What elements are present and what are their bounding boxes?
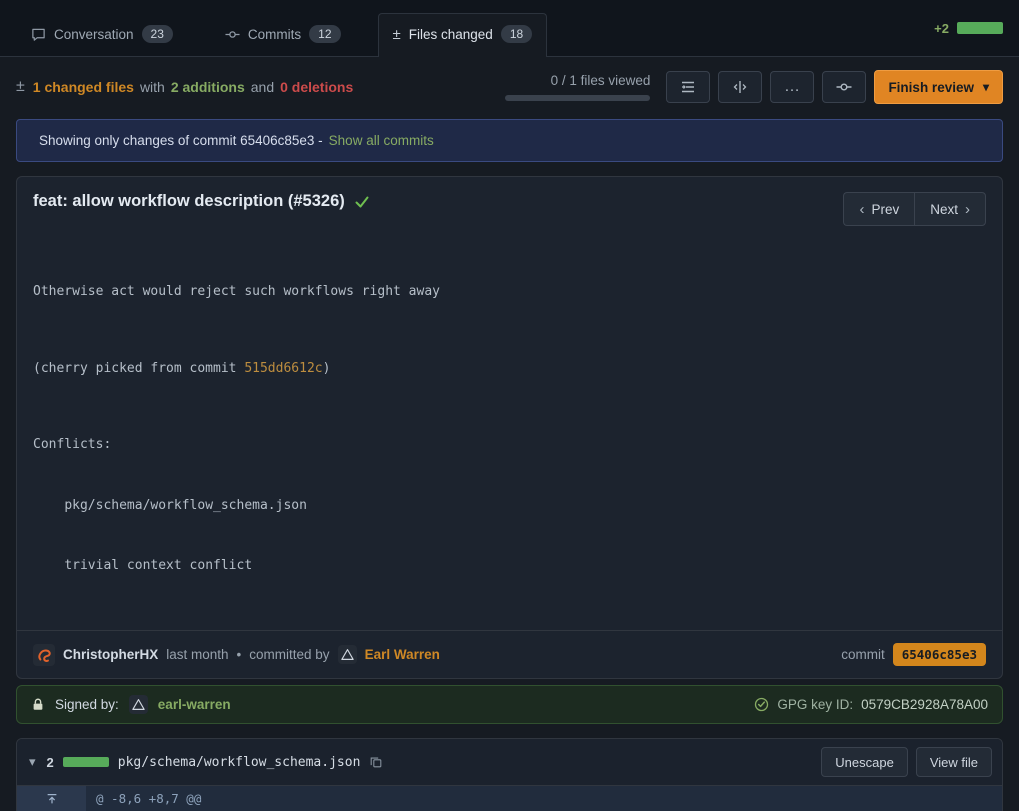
ellipsis-icon: … xyxy=(784,84,801,90)
author-avatar[interactable] xyxy=(33,644,55,666)
diff-file-box: ▾ 2 pkg/schema/workflow_schema.json Unes… xyxy=(16,738,1003,811)
commit-message-body: Otherwise act would reject such workflow… xyxy=(17,230,1002,630)
author-name-link[interactable]: ChristopherHX xyxy=(63,647,158,662)
commit-hash-badge[interactable]: 65406c85e3 xyxy=(893,643,986,666)
files-viewed-bar xyxy=(505,95,650,101)
signed-by-label: Signed by: xyxy=(55,697,119,712)
diff-icon: ± xyxy=(393,27,401,42)
prev-label: Prev xyxy=(871,202,899,217)
commit-body-line: Conflicts: xyxy=(33,435,986,455)
gpg-info: GPG key ID: 0579CB2928A78A00 xyxy=(754,697,988,712)
signer-avatar[interactable] xyxy=(129,695,148,714)
hunk-header-text: @ -8,6 +8,7 @@ xyxy=(86,786,201,811)
verified-check-icon xyxy=(754,697,769,712)
committed-by-label: committed by xyxy=(249,647,329,662)
tab-label: Commits xyxy=(248,27,301,42)
commit-body-line: (cherry picked from commit 515dd6612c) xyxy=(33,359,986,379)
collapse-file-chevron-icon[interactable]: ▾ xyxy=(27,754,38,770)
banner-text: Showing only changes of commit 65406c85e… xyxy=(39,133,323,148)
conversation-icon xyxy=(31,27,46,42)
showing-commit-banner: Showing only changes of commit 65406c85e… xyxy=(16,119,1003,162)
committer-name-link[interactable]: Earl Warren xyxy=(365,647,440,662)
split-diff-button[interactable] xyxy=(718,71,762,103)
commit-body-line: trivial context conflict xyxy=(33,556,986,576)
commit-title-text: feat: allow workflow description (#5326) xyxy=(33,192,345,211)
files-viewed-progress: 0 / 1 files viewed xyxy=(505,73,650,101)
cherry-text: (cherry picked from commit xyxy=(33,361,244,376)
file-change-count: 2 xyxy=(47,755,54,770)
files-viewed-label: 0 / 1 files viewed xyxy=(551,73,651,88)
commit-title: feat: allow workflow description (#5326) xyxy=(33,192,370,211)
diff-options-button[interactable]: … xyxy=(770,71,814,103)
commit-label: commit xyxy=(841,647,885,662)
next-label: Next xyxy=(930,202,958,217)
diff-summary: ± 1 changed files with 2 additions and 0… xyxy=(16,78,353,96)
hunk-header-row: @ -8,6 +8,7 @@ xyxy=(17,786,1002,811)
unescape-button[interactable]: Unescape xyxy=(821,747,908,777)
separator-dot: • xyxy=(237,647,242,662)
tab-count-badge: 23 xyxy=(142,25,173,43)
signature-bar: Signed by: earl-warren GPG key ID: 0579C… xyxy=(16,685,1003,724)
commit-select-button[interactable] xyxy=(822,71,866,103)
finish-review-button[interactable]: Finish review ▾ xyxy=(874,70,1003,104)
chevron-left-icon: ‹ xyxy=(859,201,864,218)
cherry-commit-link[interactable]: 515dd6612c xyxy=(244,361,322,376)
commit-body-line: Otherwise act would reject such workflow… xyxy=(33,282,986,302)
tab-commits[interactable]: Commits 12 xyxy=(210,13,356,56)
commit-time: last month xyxy=(166,647,228,662)
file-header: ▾ 2 pkg/schema/workflow_schema.json Unes… xyxy=(17,739,1002,786)
summary-text: and xyxy=(251,79,274,95)
diff-stat-bar xyxy=(957,22,1003,34)
signer-name-link[interactable]: earl-warren xyxy=(158,697,231,712)
lock-icon xyxy=(31,697,45,712)
pr-tab-bar: Conversation 23 Commits 12 ± Files chang… xyxy=(0,0,1019,57)
caret-down-icon: ▾ xyxy=(983,80,989,94)
committer-avatar[interactable] xyxy=(338,645,357,664)
changed-files-link[interactable]: 1 changed files xyxy=(33,79,134,95)
finish-review-label: Finish review xyxy=(888,80,974,95)
diff-icon: ± xyxy=(16,78,25,96)
tab-count-badge: 12 xyxy=(309,25,340,43)
additions-count: +2 xyxy=(934,21,949,36)
tab-label: Files changed xyxy=(409,27,493,42)
view-file-button[interactable]: View file xyxy=(916,747,992,777)
tab-conversation[interactable]: Conversation 23 xyxy=(16,13,188,56)
tab-files-changed[interactable]: ± Files changed 18 xyxy=(378,13,548,57)
gpg-key-value: 0579CB2928A78A00 xyxy=(861,697,988,712)
commit-nav: ‹ Prev Next › xyxy=(843,192,986,226)
diff-toolbar: ± 1 changed files with 2 additions and 0… xyxy=(0,57,1019,115)
file-diff-stat-bar xyxy=(63,757,109,767)
tab-label: Conversation xyxy=(54,27,134,42)
copy-path-icon[interactable] xyxy=(369,755,383,769)
gpg-key-label: GPG key ID: xyxy=(777,697,853,712)
file-path[interactable]: pkg/schema/workflow_schema.json xyxy=(118,755,361,770)
next-commit-button[interactable]: Next › xyxy=(914,192,986,226)
prev-commit-button[interactable]: ‹ Prev xyxy=(843,192,914,226)
additions-text: 2 additions xyxy=(171,79,245,95)
unified-diff-button[interactable] xyxy=(666,71,710,103)
cherry-text: ) xyxy=(323,361,331,376)
commit-body-line: pkg/schema/workflow_schema.json xyxy=(33,496,986,516)
deletions-text: 0 deletions xyxy=(280,79,353,95)
tab-count-badge: 18 xyxy=(501,25,532,43)
global-diff-stats: +2 xyxy=(934,21,1003,36)
chevron-right-icon: › xyxy=(965,201,970,218)
commit-author-bar: ChristopherHX last month • committed by … xyxy=(17,630,1002,678)
expand-hunk-button[interactable] xyxy=(17,786,86,811)
show-all-commits-link[interactable]: Show all commits xyxy=(329,133,434,148)
commit-icon xyxy=(225,27,240,42)
status-check-icon xyxy=(354,194,370,210)
summary-text: with xyxy=(140,79,165,95)
commit-message-box: feat: allow workflow description (#5326)… xyxy=(16,176,1003,679)
